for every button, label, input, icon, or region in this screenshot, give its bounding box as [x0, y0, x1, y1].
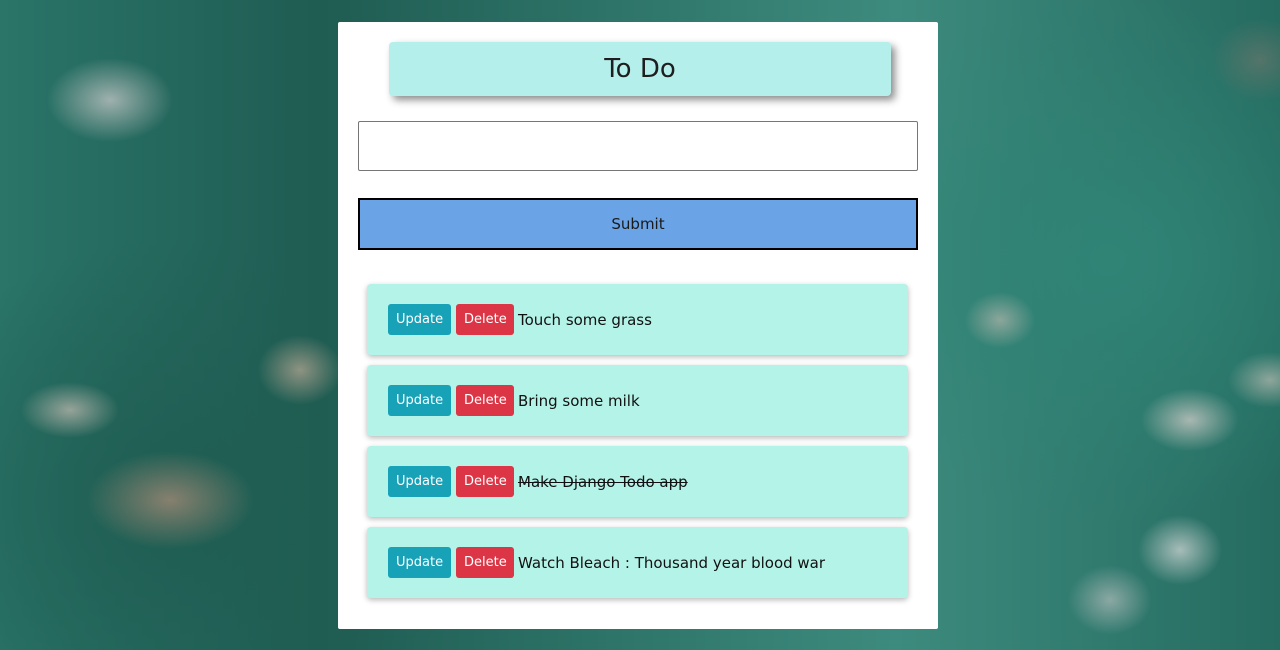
todo-text: Bring some milk [518, 391, 640, 410]
submit-button[interactable]: Submit [358, 198, 918, 250]
update-button[interactable]: Update [388, 547, 451, 578]
page-title: To Do [604, 54, 676, 84]
update-button[interactable]: Update [388, 385, 451, 416]
update-button[interactable]: Update [388, 304, 451, 335]
delete-button[interactable]: Delete [456, 385, 514, 416]
task-input[interactable] [358, 121, 918, 171]
todo-text-completed: Make Django Todo app [518, 472, 688, 491]
todo-text: Watch Bleach : Thousand year blood war [518, 553, 826, 572]
todo-item: Update Delete Touch some grass [367, 284, 908, 355]
todo-item: Update Delete Make Django Todo app [367, 446, 908, 517]
delete-button[interactable]: Delete [456, 466, 514, 497]
delete-button[interactable]: Delete [456, 547, 514, 578]
todo-list: Update Delete Touch some grass Update De… [367, 284, 908, 608]
todo-panel: To Do Submit Update Delete Touch some gr… [338, 22, 938, 629]
update-button[interactable]: Update [388, 466, 451, 497]
title-banner: To Do [389, 42, 891, 96]
delete-button[interactable]: Delete [456, 304, 514, 335]
todo-text: Touch some grass [518, 310, 652, 329]
todo-item: Update Delete Bring some milk [367, 365, 908, 436]
todo-item: Update Delete Watch Bleach : Thousand ye… [367, 527, 908, 598]
